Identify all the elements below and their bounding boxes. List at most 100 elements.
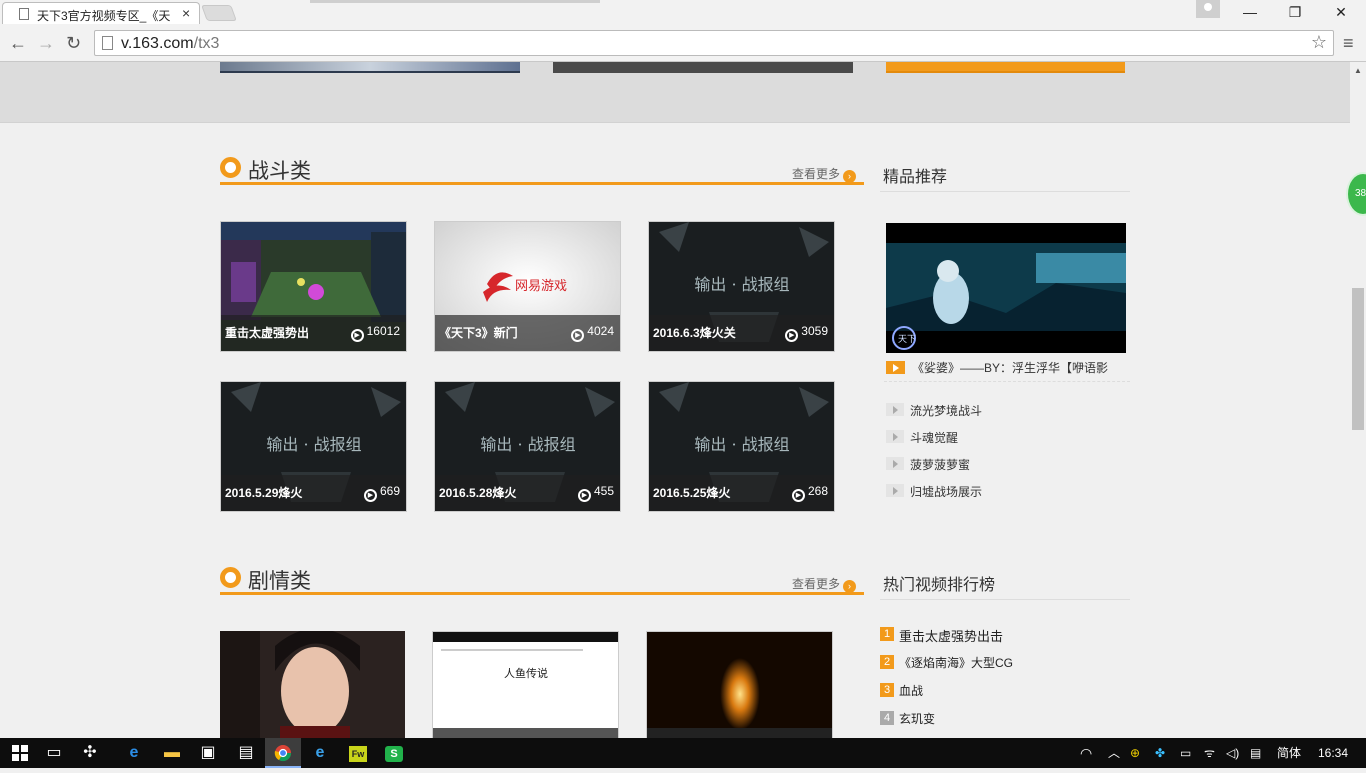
rank-item[interactable]: 1 重击太虚强势出击 (880, 625, 1130, 644)
video-card[interactable]: 输出 · 战报组 2016.5.28烽火 ▶ 455 (434, 381, 621, 512)
view-count: ▶ 4024 (571, 324, 614, 342)
browser-tab[interactable]: 天下3官方视频专区_《天 × (2, 2, 200, 24)
video-card[interactable]: 输出 · 战报组 2016.5.29烽火 ▶ 669 (220, 381, 407, 512)
page-viewport: 战斗类 查看更多 › 重击太虚强势出 ▶ 16012 网易游戏 《天下3》新门 ▶ 4… (0, 62, 1350, 738)
store-icon[interactable]: ▣ (190, 738, 226, 768)
top-banner-band (0, 62, 1350, 123)
video-thumbnail: 人鱼传说 (433, 632, 618, 738)
section-title: 战斗类 (248, 160, 311, 183)
battle-report-text: 输出 · 战报组 (480, 435, 575, 454)
list-item[interactable]: 斗魂觉醒 (886, 427, 1126, 445)
play-count-icon: ▶ (791, 489, 805, 502)
notification-icon[interactable]: ▤ (1250, 738, 1261, 768)
rank-item[interactable]: 3 血战 (880, 681, 1130, 699)
video-title: 2016.5.25烽火 (653, 486, 731, 500)
fireworks-icon[interactable]: Fw (340, 738, 376, 768)
tab-title: 天下3官方视频专区_《天 (37, 9, 171, 23)
profile-icon[interactable] (1196, 0, 1220, 18)
view-count: ▶ 455 (577, 484, 614, 502)
play-count-icon: ▶ (577, 489, 591, 502)
featured-video[interactable]: 天下 (886, 223, 1126, 353)
wifi-icon[interactable]: ◠ (1080, 738, 1092, 768)
edge-browser-icon[interactable]: e (116, 738, 152, 768)
start-windows-icon[interactable] (2, 738, 38, 768)
arrow-right-icon: › (843, 170, 856, 183)
featured-caption[interactable]: 《娑婆》——BY：浮生浮华【咿语影 (884, 356, 1130, 382)
play-small-icon (886, 457, 904, 470)
app-window-icon[interactable]: ▤ (228, 738, 264, 768)
video-card[interactable]: 输出 · 战报组 2016.5.25烽火 ▶ 268 (648, 381, 835, 512)
clock[interactable]: 16:34 (1318, 738, 1348, 768)
banner-thumb[interactable] (553, 62, 853, 73)
section-ring-icon (220, 567, 241, 588)
page-scrollbar[interactable]: ▲ (1350, 62, 1366, 738)
list-item[interactable]: 归墟战场展示 (886, 481, 1126, 499)
play-count-icon: ▶ (363, 489, 377, 502)
ranking-header: 热门视频排行榜 (880, 568, 1130, 600)
rank-item[interactable]: 2 《逐焰南海》大型CG (880, 653, 1130, 671)
video-title: 2016.5.29烽火 (225, 486, 303, 500)
video-title: 《天下3》新门 (439, 326, 518, 340)
recommend-title: 精品推荐 (883, 169, 948, 186)
tray-plus-icon[interactable]: ⊕ (1130, 738, 1140, 768)
scroll-up-icon[interactable]: ▲ (1354, 66, 1362, 75)
ranking-title: 热门视频排行榜 (883, 577, 996, 594)
close-window-button[interactable]: ✕ (1318, 0, 1364, 24)
restore-button[interactable]: ❐ (1272, 0, 1318, 24)
banner-thumb[interactable] (220, 62, 520, 73)
forward-arrow-icon[interactable]: → (37, 33, 55, 54)
play-count-icon: ▶ (785, 329, 799, 342)
ime-indicator[interactable]: 简体 (1277, 738, 1301, 768)
tab-shadow (310, 0, 600, 3)
video-card[interactable] (220, 631, 405, 738)
browser-tab-strip: 天下3官方视频专区_《天 × — ❐ ✕ (0, 0, 1366, 24)
reload-icon[interactable]: ↻ (66, 33, 81, 54)
chrome-icon[interactable] (265, 738, 301, 768)
section-title: 剧情类 (248, 570, 311, 593)
view-more-link[interactable]: 查看更多 › (792, 575, 856, 593)
menu-icon[interactable]: ≡ (1343, 33, 1354, 54)
fan-app-icon[interactable]: ✣ (72, 738, 108, 768)
recommend-header: 精品推荐 (880, 160, 1130, 192)
battle-report-text: 输出 · 战报组 (694, 435, 789, 454)
task-view-icon[interactable]: ▭ (36, 738, 72, 768)
video-card[interactable]: 重击太虚强势出 ▶ 16012 (220, 221, 407, 352)
play-count-icon: ▶ (571, 329, 585, 342)
video-card[interactable]: 网易游戏 《天下3》新门 ▶ 4024 (434, 221, 621, 352)
battery-icon[interactable]: ▭ (1180, 738, 1191, 768)
video-card[interactable]: 人鱼传说 (432, 631, 619, 738)
scrollbar-thumb[interactable] (1352, 288, 1364, 430)
video-thumbnail (647, 632, 832, 738)
video-title: 重击太虚强势出 (225, 326, 310, 340)
tab-close-icon[interactable]: × (182, 5, 190, 21)
back-arrow-icon[interactable]: ← (9, 33, 27, 54)
battle-report-text: 输出 · 战报组 (266, 435, 361, 454)
section-ring-icon (220, 157, 241, 178)
banner-button[interactable] (886, 62, 1125, 73)
list-item[interactable]: 菠萝菠萝蜜 (886, 454, 1126, 472)
rank-item[interactable]: 4 玄玑变 (880, 709, 1130, 727)
bookmark-star-icon[interactable]: ☆ (1311, 32, 1327, 53)
network-icon[interactable]: ᯤ (1204, 738, 1215, 768)
battle-report-text: 输出 · 战报组 (694, 275, 789, 294)
green-s-app-icon[interactable]: S (376, 738, 412, 768)
play-small-icon (886, 403, 904, 416)
volume-icon[interactable]: ◁) (1226, 738, 1239, 768)
address-bar[interactable]: v.163.com/tx3 ☆ (94, 30, 1334, 56)
ie-icon[interactable]: e (302, 738, 338, 768)
browser-toolbar: ← → ↻ v.163.com/tx3 ☆ ≡ (0, 24, 1366, 62)
arrow-right-icon: › (843, 580, 856, 593)
list-item[interactable]: 流光梦境战斗 (886, 400, 1126, 418)
tray-chevron-icon[interactable]: ︿ (1108, 738, 1120, 768)
new-tab-button[interactable] (201, 5, 237, 21)
view-count: ▶ 669 (363, 484, 400, 502)
play-small-icon (886, 484, 904, 497)
file-explorer-icon[interactable]: ▬ (154, 738, 190, 768)
video-card[interactable] (646, 631, 833, 738)
play-small-icon (886, 430, 904, 443)
tray-pinwheel-icon[interactable]: ✤ (1155, 738, 1165, 768)
minimize-button[interactable]: — (1227, 0, 1273, 24)
video-card[interactable]: 输出 · 战报组 2016.6.3烽火关 ▶ 3059 (648, 221, 835, 352)
view-more-link[interactable]: 查看更多 › (792, 165, 856, 183)
windows-taskbar: ▭ ✣ e ▬ ▣ ▤ e Fw S ◠ ︿ ⊕ ✤ ▭ ᯤ ◁) ▤ 简体 1… (0, 738, 1366, 768)
